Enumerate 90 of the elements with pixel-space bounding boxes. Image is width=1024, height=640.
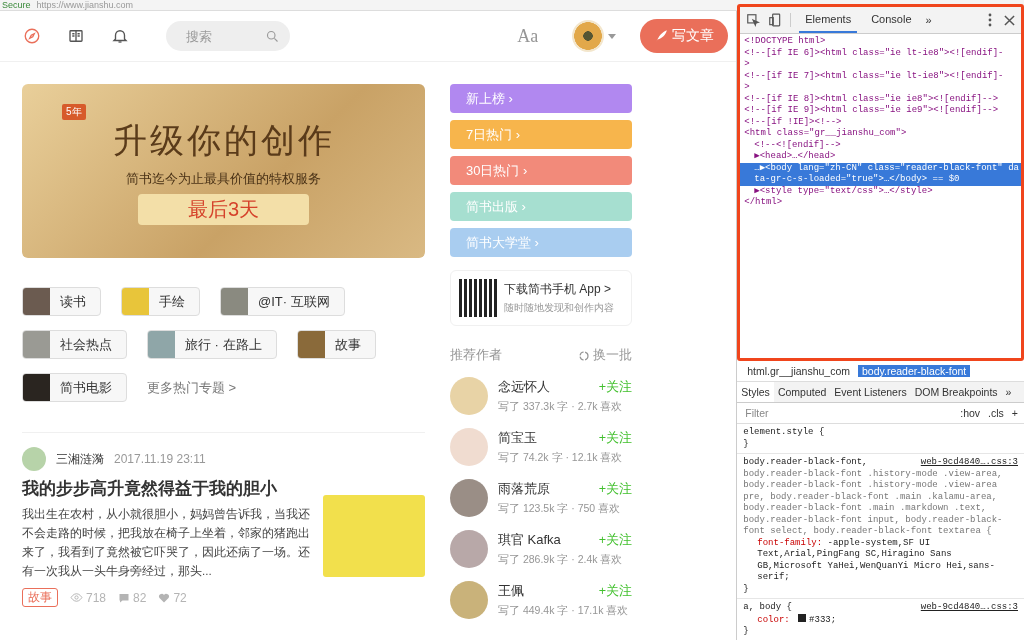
dom-node-line[interactable]: <!--<![endif]--> bbox=[740, 139, 1021, 151]
author-name[interactable]: 雨落荒原 bbox=[498, 480, 550, 498]
hover-state-toggle[interactable]: :hov bbox=[960, 407, 981, 419]
book-icon[interactable] bbox=[67, 27, 85, 45]
styles-pane-tab[interactable]: Styles bbox=[737, 382, 774, 402]
styles-pane-tab[interactable]: DOM Breakpoints bbox=[910, 382, 1002, 402]
like-count: 72 bbox=[173, 590, 187, 605]
search-input[interactable]: 搜索 bbox=[184, 27, 265, 45]
author-stats: 写了 449.4k 字 · 17.1k 喜欢 bbox=[498, 604, 630, 618]
heart-icon bbox=[158, 591, 171, 604]
devtools-tab[interactable]: Elements bbox=[799, 7, 858, 33]
search-bar[interactable]: 搜索 bbox=[166, 21, 290, 51]
close-icon[interactable] bbox=[1004, 14, 1015, 26]
stylesheet-link[interactable]: web-9cd4840….css:3 bbox=[920, 602, 1018, 614]
breadcrumb-item[interactable]: html.gr__jianshu_com bbox=[743, 365, 854, 377]
dom-node-line[interactable]: <!--[if IE 8]><html class="ie ie8"><![endif]--> bbox=[740, 93, 1021, 105]
dom-node-line[interactable]: > bbox=[740, 82, 1021, 94]
bell-icon[interactable] bbox=[111, 27, 129, 45]
author-name[interactable]: 三湘涟漪 bbox=[56, 450, 104, 468]
more-tabs-button[interactable]: » bbox=[1001, 382, 1016, 402]
topic-tag[interactable]: 读书 bbox=[22, 287, 101, 316]
view-count: 718 bbox=[86, 590, 107, 605]
author-name[interactable]: 琪官 Kafka bbox=[498, 531, 561, 549]
banner-subtitle: 简书迄今为止最具价值的特权服务 bbox=[126, 169, 321, 188]
closing-brace: } bbox=[743, 438, 749, 450]
app-download-card[interactable]: 下载简书手机 App > 随时随地发现和创作内容 bbox=[450, 270, 632, 326]
styles-pane-tab[interactable]: Computed bbox=[773, 382, 831, 402]
author-stats: 写了 337.3k 字 · 2.7k 喜欢 bbox=[498, 400, 624, 414]
inspect-icon[interactable] bbox=[746, 13, 761, 27]
compass-icon[interactable] bbox=[23, 27, 41, 45]
author-stats: 写了 286.9k 字 · 2.4k 喜欢 bbox=[498, 553, 624, 567]
comment-icon bbox=[118, 591, 131, 604]
eye-icon bbox=[70, 591, 83, 604]
topic-tag[interactable]: @IT· 互联网 bbox=[220, 287, 345, 316]
banner-countdown: 最后3天 bbox=[137, 193, 310, 225]
closing-brace: } bbox=[743, 626, 749, 638]
promo-banner[interactable]: 5年 升级你的创作 简书迄今为止最具价值的特权服务 最后3天 bbox=[22, 84, 425, 258]
author-name[interactable]: 王佩 bbox=[498, 582, 524, 600]
stylesheet-link[interactable]: web-9cd4840….css:3 bbox=[920, 457, 1018, 469]
topic-tag[interactable]: 手绘 bbox=[121, 287, 200, 316]
banner-headline: 升级你的创作 bbox=[112, 120, 335, 161]
author-avatar[interactable] bbox=[450, 479, 488, 517]
devtools-tab[interactable]: Console bbox=[865, 7, 918, 33]
app-download-title[interactable]: 下载简书手机 App > bbox=[504, 281, 614, 298]
article-title[interactable]: 我的步步高升竟然得益于我的胆小 bbox=[22, 477, 313, 500]
styles-pane-tab[interactable]: Event Listeners bbox=[830, 382, 911, 402]
css-declaration[interactable]: font-family: -apple-system,SF UI Text,Arial,PingFang SC,Hiragino Sans GB,Microsoft YaHei,WenQuanYi Micro Hei,sans-serif; bbox=[743, 537, 1018, 584]
dom-node-line[interactable]: <!--[if IE 7]><html class="ie lt-ie8"><![endif]- bbox=[740, 70, 1021, 82]
comment-count: 82 bbox=[133, 590, 147, 605]
kebab-menu-icon[interactable] bbox=[988, 13, 992, 27]
css-selector: element.style { bbox=[743, 427, 825, 439]
dom-node-line[interactable]: <!--[if !IE]><!--> bbox=[740, 116, 1021, 128]
dom-node-line[interactable]: ▶<head>…</head> bbox=[740, 151, 1021, 163]
secure-label: Secure bbox=[2, 1, 31, 10]
device-toolbar-icon[interactable] bbox=[768, 13, 783, 27]
article-summary: 我出生在农村，从小就很胆小，妈妈曾告诉我，当我还不会走路的时候，把我放在椅子上坐着，邻家的猪跑出来了，我看到了竟然被它吓哭了，因此还病了一场。还有一次我从一头牛身旁经过，那头... bbox=[22, 506, 311, 579]
app-download-subtitle: 随时随地发现和创作内容 bbox=[504, 301, 614, 315]
breadcrumb-item[interactable]: body.reader-black-font bbox=[858, 365, 971, 377]
author-stats: 写了 74.2k 字 · 12.1k 喜欢 bbox=[498, 451, 624, 465]
dom-node-line[interactable]: ▶<style type="text/css">…</style> bbox=[740, 185, 1021, 197]
more-topics-link[interactable]: 更多热门专题 > bbox=[147, 378, 237, 397]
dom-node-line[interactable]: <!--[if IE 9]><html class="ie ie9"><![endif]--> bbox=[740, 105, 1021, 117]
more-tabs-button[interactable]: » bbox=[925, 14, 932, 26]
color-swatch-icon[interactable] bbox=[798, 613, 807, 622]
section-title: 推荐作者 bbox=[450, 347, 502, 364]
author-name[interactable]: 念远怀人 bbox=[498, 378, 550, 396]
dom-node-line[interactable]: <html class="gr__jianshu_com"> bbox=[740, 128, 1021, 140]
caret-icon[interactable] bbox=[608, 33, 617, 39]
css-selector: a, body { bbox=[743, 602, 792, 614]
css-selector: body.reader-black-font, bbox=[743, 457, 868, 469]
add-rule-button[interactable]: + bbox=[1011, 407, 1018, 419]
dom-node-line[interactable]: <!--[if IE 6]><html class="ie lt-ie8"><![endif]- bbox=[740, 47, 1021, 59]
topic-tag[interactable]: 旅行 · 在路上 bbox=[147, 330, 277, 359]
topic-tag[interactable]: 社会热点 bbox=[22, 330, 127, 359]
class-toggle[interactable]: .cls bbox=[988, 407, 1004, 419]
topic-tag[interactable]: 故事 bbox=[296, 330, 376, 359]
post-date: 2017.11.19 23:11 bbox=[114, 452, 206, 466]
closing-brace: } bbox=[743, 583, 749, 595]
topic-tag[interactable]: 简书电影 bbox=[22, 373, 127, 402]
dom-node-line[interactable]: <!DOCTYPE html> bbox=[740, 36, 1021, 48]
dom-node-line[interactable]: </html> bbox=[740, 197, 1021, 209]
dom-node-line[interactable]: > bbox=[740, 59, 1021, 71]
css-declaration[interactable]: color: #333; bbox=[743, 613, 837, 626]
user-avatar[interactable] bbox=[572, 20, 605, 52]
author-stats: 写了 123.5k 字 · 750 喜欢 bbox=[498, 502, 622, 516]
anniversary-badge: 5年 bbox=[62, 104, 86, 120]
css-selector: body.reader-black-font .history-mode .view-area, body.reader-black-font .history-mode .view-area pre, body.reader-black-font .main .kalamu-area, body.reader-black-font .main .markdown .text, body.reader-black-font input, body.reader-black-font select, body.reader-black-font textarea { bbox=[743, 468, 1004, 538]
author-name[interactable]: 简宝玉 bbox=[498, 429, 537, 447]
refresh-icon bbox=[579, 350, 589, 361]
author-avatar bbox=[22, 447, 46, 471]
